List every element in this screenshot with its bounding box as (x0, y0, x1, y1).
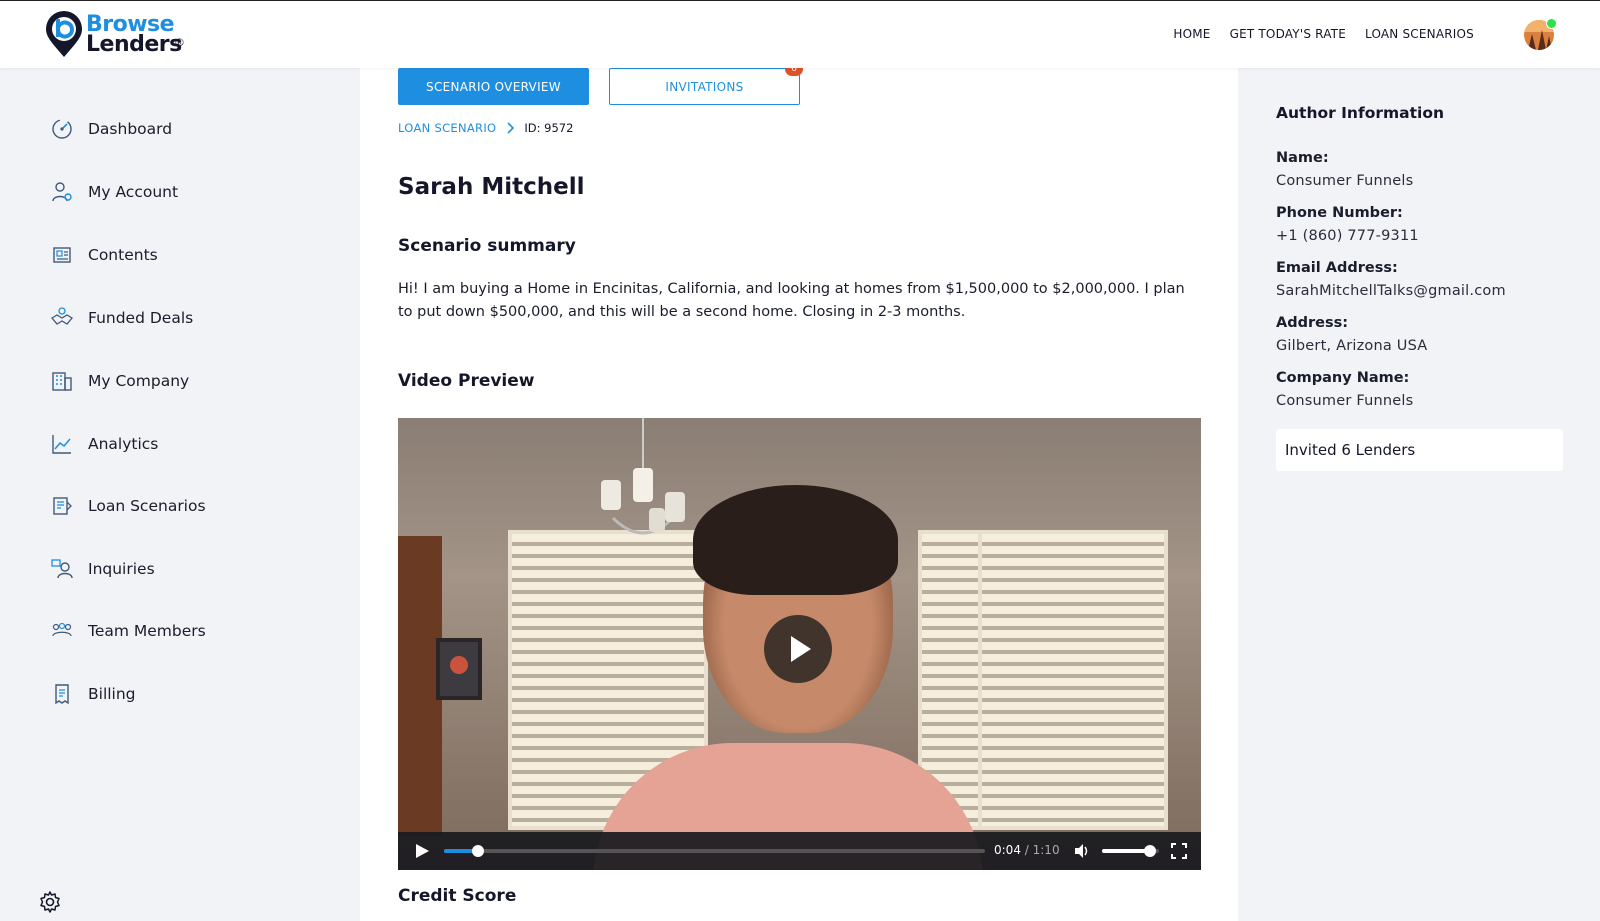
author-company-label: Company Name: (1276, 370, 1410, 386)
credit-score-heading: Credit Score (398, 886, 517, 906)
sidebar-item-billing[interactable]: Billing (50, 679, 136, 709)
sidebar-item-label: My Account (88, 183, 179, 201)
video-play-icon[interactable] (415, 843, 429, 859)
sidebar-item-label: Billing (88, 685, 136, 703)
volume-slider[interactable] (1102, 845, 1159, 857)
loan-scenarios-icon (53, 497, 72, 515)
author-phone-label: Phone Number: (1276, 205, 1403, 221)
tab-scenario-overview[interactable]: SCENARIO OVERVIEW (398, 68, 589, 105)
logo-pin-icon (46, 11, 82, 57)
sidebar-item-label: Dashboard (88, 120, 173, 138)
author-email-value: SarahMitchellTalks@gmail.com (1276, 283, 1506, 299)
video-frame-shutters-right (978, 530, 1168, 830)
breadcrumb: LOAN SCENARIO ID: 9572 (398, 121, 573, 135)
video-time-separator: / (1020, 843, 1033, 857)
sidebar-item-label: Loan Scenarios (88, 497, 206, 515)
video-play-overlay-button[interactable] (764, 615, 832, 683)
browse-lenders-logo[interactable]: Browse Lenders ® (44, 11, 194, 59)
sidebar-item-inquiries[interactable]: Inquiries (50, 554, 155, 584)
chevron-right-icon (507, 122, 515, 134)
author-address-value: Gilbert, Arizona USA (1276, 338, 1428, 354)
contents-document-icon (53, 247, 71, 263)
breadcrumb-loan-scenario-link[interactable]: LOAN SCENARIO (398, 121, 496, 135)
sidebar-item-label: Inquiries (88, 560, 155, 578)
video-seek-bar[interactable] (444, 845, 985, 857)
billing-receipt-icon (55, 684, 69, 705)
logo-registered-mark: ® (174, 36, 185, 49)
fullscreen-icon[interactable] (1171, 843, 1187, 859)
team-members-icon (52, 622, 72, 637)
user-avatar-button[interactable] (1524, 18, 1557, 52)
video-duration: 1:10 (1032, 843, 1060, 857)
main-content: SCENARIO OVERVIEW INVITATIONS 6 LOAN SCE… (360, 62, 1238, 921)
logo-text-lenders: Lenders (86, 32, 182, 57)
dashboard-gauge-icon (52, 119, 72, 139)
scenario-summary-heading: Scenario summary (398, 236, 576, 256)
sidebar-item-label: Analytics (88, 435, 159, 453)
sidebar-item-label: My Company (88, 372, 190, 390)
company-building-icon (52, 372, 72, 391)
funded-deals-handshake-icon (51, 307, 73, 325)
volume-handle[interactable] (1144, 845, 1157, 857)
video-time: 0:04 / 1:10 (994, 843, 1060, 857)
video-controls: 0:04 / 1:10 (398, 832, 1201, 870)
sidebar-item-dashboard[interactable]: Dashboard (50, 114, 172, 144)
sidebar-item-loan-scenarios[interactable]: Loan Scenarios (50, 491, 206, 521)
author-name-label: Name: (1276, 150, 1329, 166)
video-preview-heading: Video Preview (398, 371, 535, 391)
sidebar-item-contents[interactable]: Contents (50, 240, 158, 270)
analytics-chart-icon (52, 435, 71, 454)
online-status-dot (1546, 18, 1557, 29)
video-frame-person (593, 485, 983, 870)
settings-gear-icon[interactable] (38, 890, 62, 914)
author-address-label: Address: (1276, 315, 1349, 331)
top-header: Browse Lenders ® HOME GET TODAY'S RATE L… (0, 0, 1600, 68)
page-title: Sarah Mitchell (398, 174, 585, 200)
breadcrumb-scenario-id: ID: 9572 (524, 121, 574, 135)
sidebar-item-label: Contents (88, 246, 158, 264)
sidebar-item-label: Funded Deals (88, 309, 194, 327)
author-company-value: Consumer Funnels (1276, 393, 1414, 409)
scenario-summary-text: Hi! I am buying a Home in Encinitas, Cal… (398, 281, 1185, 320)
volume-speaker-icon[interactable] (1073, 842, 1091, 860)
sidebar-item-team-members[interactable]: Team Members (50, 616, 206, 646)
nav-todays-rate-link[interactable]: GET TODAY'S RATE (1230, 27, 1346, 41)
video-player[interactable]: 0:04 / 1:10 (398, 418, 1201, 870)
video-frame-wall-picture (436, 638, 482, 700)
sidebar-item-label: Team Members (88, 622, 206, 640)
author-information-panel: Author Information Name: Consumer Funnel… (1238, 68, 1600, 921)
inquiries-user-icon (51, 559, 73, 579)
top-nav: HOME GET TODAY'S RATE LOAN SCENARIOS (1173, 27, 1474, 41)
video-seek-handle[interactable] (471, 845, 484, 857)
author-email-label: Email Address: (1276, 260, 1398, 276)
account-user-icon (52, 182, 72, 202)
sidebar: Dashboard My Account Contents Funded Dea… (0, 68, 360, 921)
sidebar-item-my-account[interactable]: My Account (50, 177, 178, 207)
sidebar-item-my-company[interactable]: My Company (50, 366, 189, 396)
nav-loan-scenarios-link[interactable]: LOAN SCENARIOS (1365, 27, 1474, 41)
author-information-heading: Author Information (1276, 104, 1445, 122)
sidebar-item-funded-deals[interactable]: Funded Deals (50, 303, 193, 333)
author-name-value: Consumer Funnels (1276, 173, 1414, 189)
invited-lenders-box: Invited 6 Lenders (1276, 429, 1563, 471)
video-current-time: 0:04 (994, 843, 1021, 857)
author-phone-value: +1 (860) 777-9311 (1276, 228, 1419, 244)
tab-invitations[interactable]: INVITATIONS (609, 68, 800, 105)
nav-home-link[interactable]: HOME (1173, 27, 1210, 41)
sidebar-item-analytics[interactable]: Analytics (50, 429, 158, 459)
